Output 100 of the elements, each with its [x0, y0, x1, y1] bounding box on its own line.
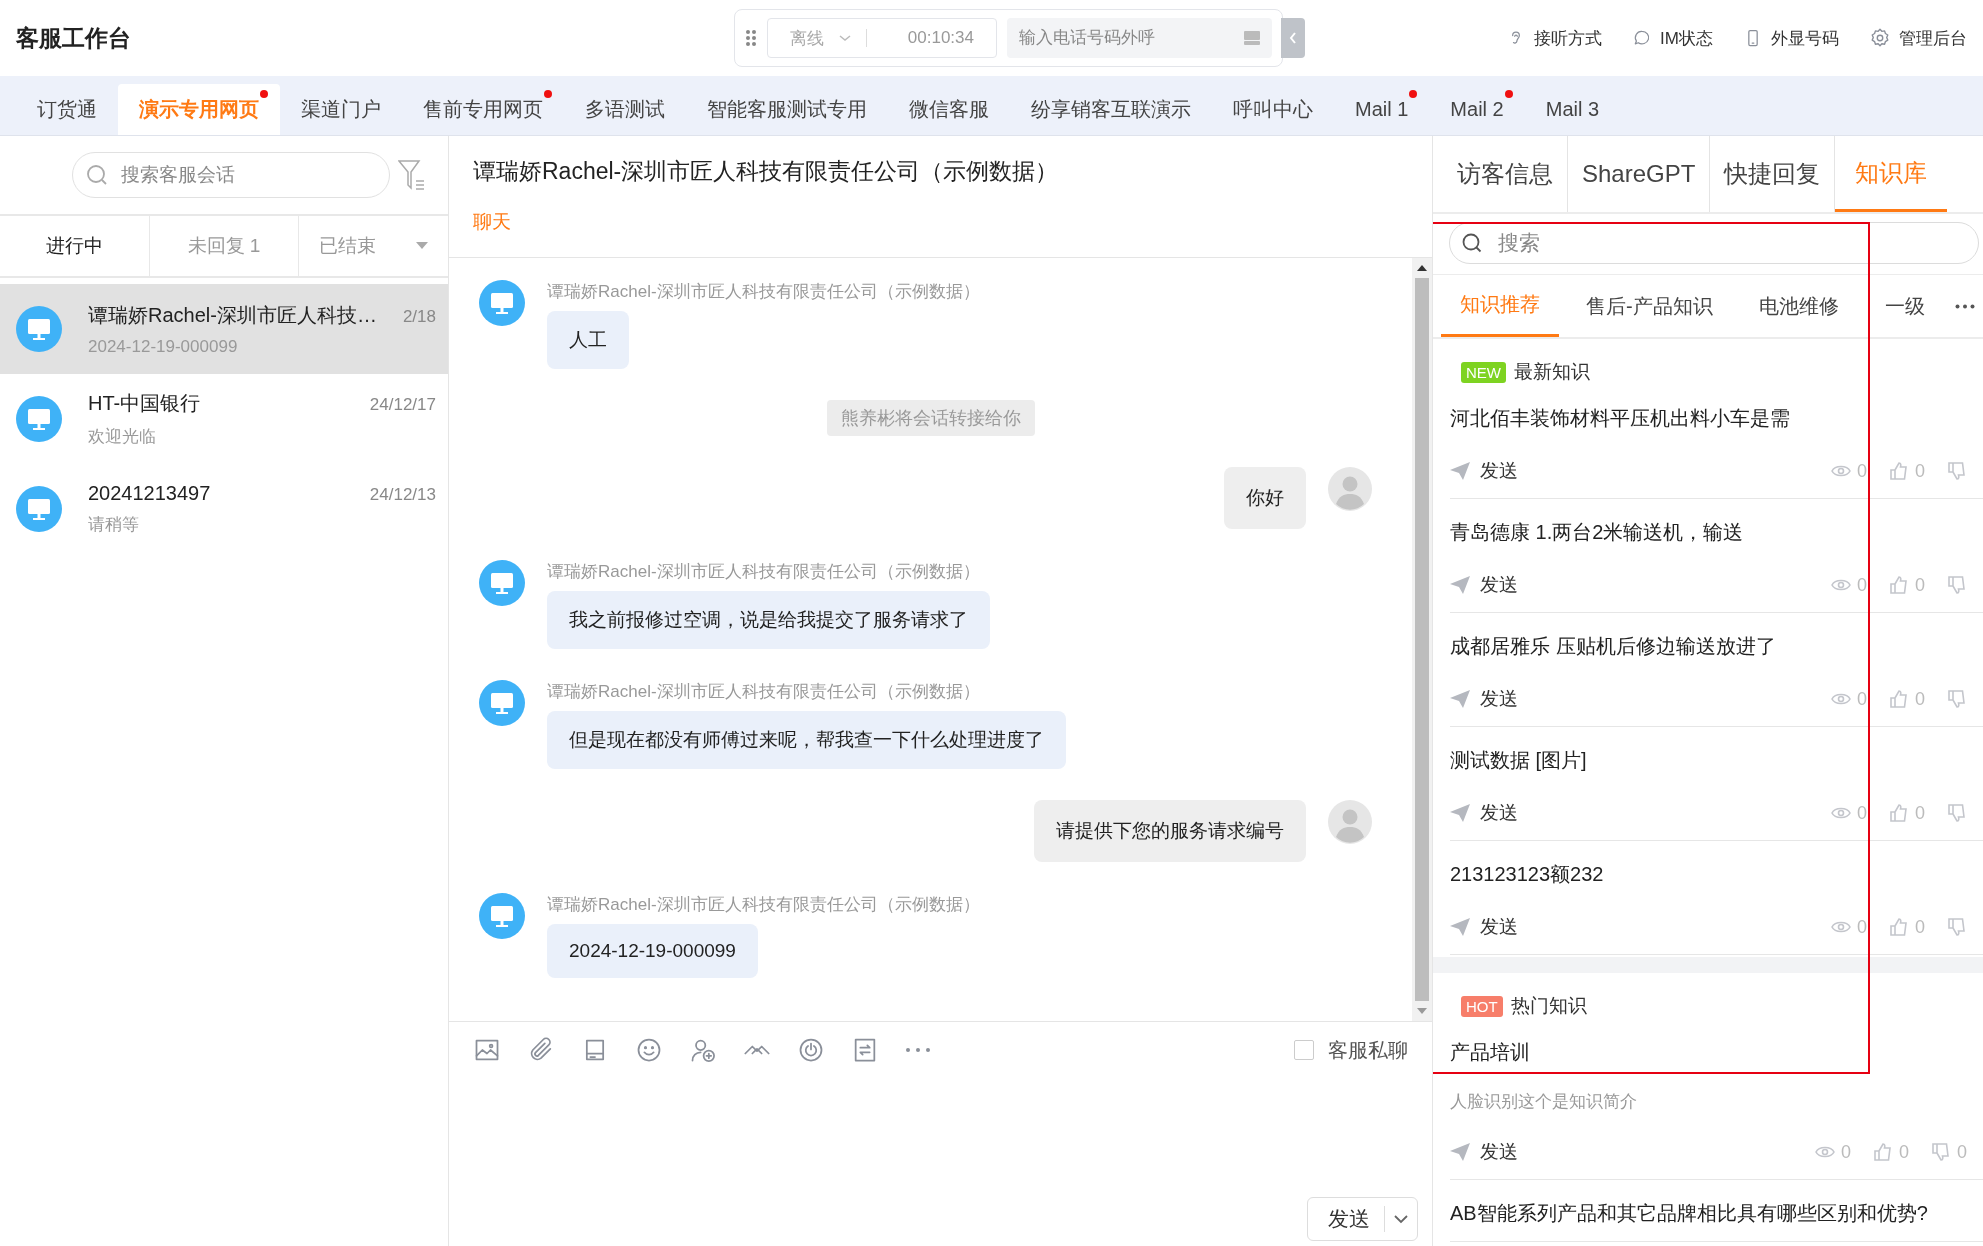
message-bubble: 2024-12-19-000099: [547, 924, 758, 978]
knowledge-title[interactable]: 成都居雅乐 压贴机后修边输送放进了: [1450, 633, 1983, 660]
paper-plane-icon: [1450, 1143, 1470, 1161]
search-icon: [86, 164, 108, 186]
page-tab[interactable]: 售前专用网页: [402, 84, 564, 135]
knowledge-title[interactable]: 213123123额232: [1450, 861, 1983, 888]
thumbs-up-icon[interactable]: [1889, 461, 1909, 481]
page-tab[interactable]: Mail 2: [1429, 84, 1525, 135]
panel-tab[interactable]: 访客信息: [1443, 136, 1568, 212]
paper-plane-icon: [1450, 576, 1470, 594]
power-icon[interactable]: [797, 1036, 825, 1064]
knowledge-title[interactable]: 产品培训: [1450, 1039, 1983, 1066]
page-tab[interactable]: 微信客服: [888, 84, 1010, 135]
thumbs-down-icon[interactable]: [1947, 575, 1967, 595]
header-action[interactable]: 接听方式: [1506, 26, 1603, 50]
send-link[interactable]: 发送: [1450, 1139, 1518, 1165]
caret-icon[interactable]: [416, 242, 429, 250]
like-count: 0: [1915, 802, 1925, 824]
section-badge: HOT: [1461, 995, 1503, 1017]
thumbs-up-icon[interactable]: [1889, 575, 1909, 595]
eye-icon: [1830, 806, 1851, 820]
scrollbar[interactable]: [1412, 258, 1432, 1021]
knowledge-title[interactable]: 河北佰丰装饰材料平压机出料小车是需: [1450, 405, 1983, 432]
conversation-item[interactable]: HT-中国银行 24/12/17 欢迎光临: [0, 374, 448, 464]
checkbox-label: 客服私聊: [1328, 1037, 1408, 1063]
view-count: 0: [1840, 1141, 1851, 1163]
view-count: 0: [1856, 916, 1867, 938]
conversation-name: 20241213497: [88, 482, 211, 505]
like-count: 0: [1898, 1141, 1909, 1163]
emoji-icon[interactable]: [635, 1036, 663, 1064]
section-title: 热门知识: [1510, 994, 1587, 1018]
knowledge-title[interactable]: AB智能系列产品和其它品牌相比具有哪些区别和优势?: [1450, 1200, 1983, 1227]
send-link[interactable]: 发送: [1450, 458, 1518, 484]
page-tab[interactable]: 呼叫中心: [1212, 84, 1334, 135]
header-action[interactable]: 管理后台: [1869, 26, 1967, 50]
page-tab[interactable]: 纷享销客互联演示: [1010, 84, 1212, 135]
page-tab[interactable]: 智能客服测试专用: [686, 84, 888, 135]
app-title: 客服工作台: [16, 23, 132, 53]
thumbs-down-icon[interactable]: [1931, 1142, 1951, 1162]
thumbs-down-icon[interactable]: [1947, 461, 1967, 481]
paper-plane-icon: [1450, 918, 1470, 936]
panel-tab[interactable]: ShareGPT: [1568, 136, 1711, 212]
chevron-down-icon[interactable]: [1393, 1214, 1409, 1224]
conversation-item[interactable]: 谭瑞娇Rachel-深圳市匠人科技… 2/18 2024-12-19-000099: [0, 284, 448, 374]
send-link[interactable]: 发送: [1450, 914, 1518, 940]
view-count: 0: [1856, 688, 1867, 710]
more-icon[interactable]: [905, 1047, 931, 1053]
visitor-avatar: [16, 486, 62, 532]
view-count: 0: [1856, 460, 1867, 482]
message-bubble: 请提供下您的服务请求编号: [1034, 800, 1306, 862]
phone-input-field[interactable]: 输入电话号码外呼: [1007, 18, 1272, 58]
keypad-icon[interactable]: [1244, 31, 1260, 45]
more-icon[interactable]: [1955, 303, 1975, 309]
collapse-button[interactable]: [1281, 18, 1305, 58]
thumbs-down-icon[interactable]: [1947, 917, 1967, 937]
category-tab[interactable]: 售后-产品知识: [1567, 275, 1732, 337]
page-tab[interactable]: Mail 1: [1334, 84, 1430, 135]
thumbs-up-icon[interactable]: [1872, 1142, 1893, 1162]
page-tab[interactable]: 订货通: [16, 84, 118, 135]
message-bubble: 我之前报修过空调，说是给我提交了服务请求了: [547, 591, 990, 649]
thumbs-down-icon[interactable]: [1947, 803, 1967, 823]
paper-plane-icon: [1450, 690, 1470, 708]
drag-handle-icon[interactable]: [745, 29, 757, 47]
thumbs-up-icon[interactable]: [1889, 689, 1909, 709]
send-link[interactable]: 发送: [1450, 800, 1518, 826]
category-tab[interactable]: 一级: [1865, 275, 1944, 337]
view-count: 0: [1856, 802, 1867, 824]
call-timer: 00:10:34: [907, 28, 974, 48]
send-link[interactable]: 发送: [1450, 686, 1518, 712]
send-button[interactable]: 发送: [1307, 1197, 1418, 1241]
dislike-count: 0: [1957, 1141, 1967, 1163]
thumbs-up-icon[interactable]: [1889, 803, 1909, 823]
conversation-date: 24/12/17: [369, 395, 436, 415]
category-tab[interactable]: 电池维修: [1739, 275, 1858, 337]
page-tab[interactable]: Mail 3: [1524, 84, 1621, 135]
page-tab[interactable]: 渠道门户: [280, 84, 402, 135]
header-action[interactable]: 外显号码: [1743, 26, 1839, 50]
thumbs-down-icon[interactable]: [1947, 689, 1967, 709]
conversation-name: HT-中国银行: [88, 391, 201, 416]
search-field[interactable]: 搜索客服会话: [72, 152, 390, 198]
conversation-preview: 欢迎光临: [88, 426, 157, 448]
page-tab[interactable]: 多语测试: [564, 84, 686, 135]
eye-icon: [1814, 1145, 1835, 1159]
section-title: 最新知识: [1514, 360, 1590, 384]
thumbs-up-icon[interactable]: [1889, 917, 1909, 937]
eye-icon: [1830, 920, 1851, 934]
status-filter-tab[interactable]: 进行中: [0, 216, 149, 276]
panel-tab[interactable]: 快捷回复: [1710, 136, 1836, 212]
checkbox[interactable]: [1294, 1040, 1314, 1060]
knowledge-search-field[interactable]: 搜索: [1449, 222, 1979, 264]
knowledge-title[interactable]: 青岛德康 1.两台2米输送机，输送: [1450, 519, 1983, 546]
settings-icon[interactable]: [1869, 27, 1891, 49]
message-bubble: 人工: [547, 311, 629, 369]
knowledge-title[interactable]: 测试数据 [图片]: [1450, 747, 1983, 774]
send-link[interactable]: 发送: [1450, 572, 1518, 598]
header-action[interactable]: IM状态: [1632, 26, 1713, 50]
conversation-item[interactable]: 20241213497 24/12/13 请稍等: [0, 464, 448, 554]
scroll-up-arrow-icon[interactable]: [1417, 264, 1427, 272]
scroll-down-arrow-icon[interactable]: [1417, 1007, 1427, 1015]
like-count: 0: [1915, 460, 1925, 482]
